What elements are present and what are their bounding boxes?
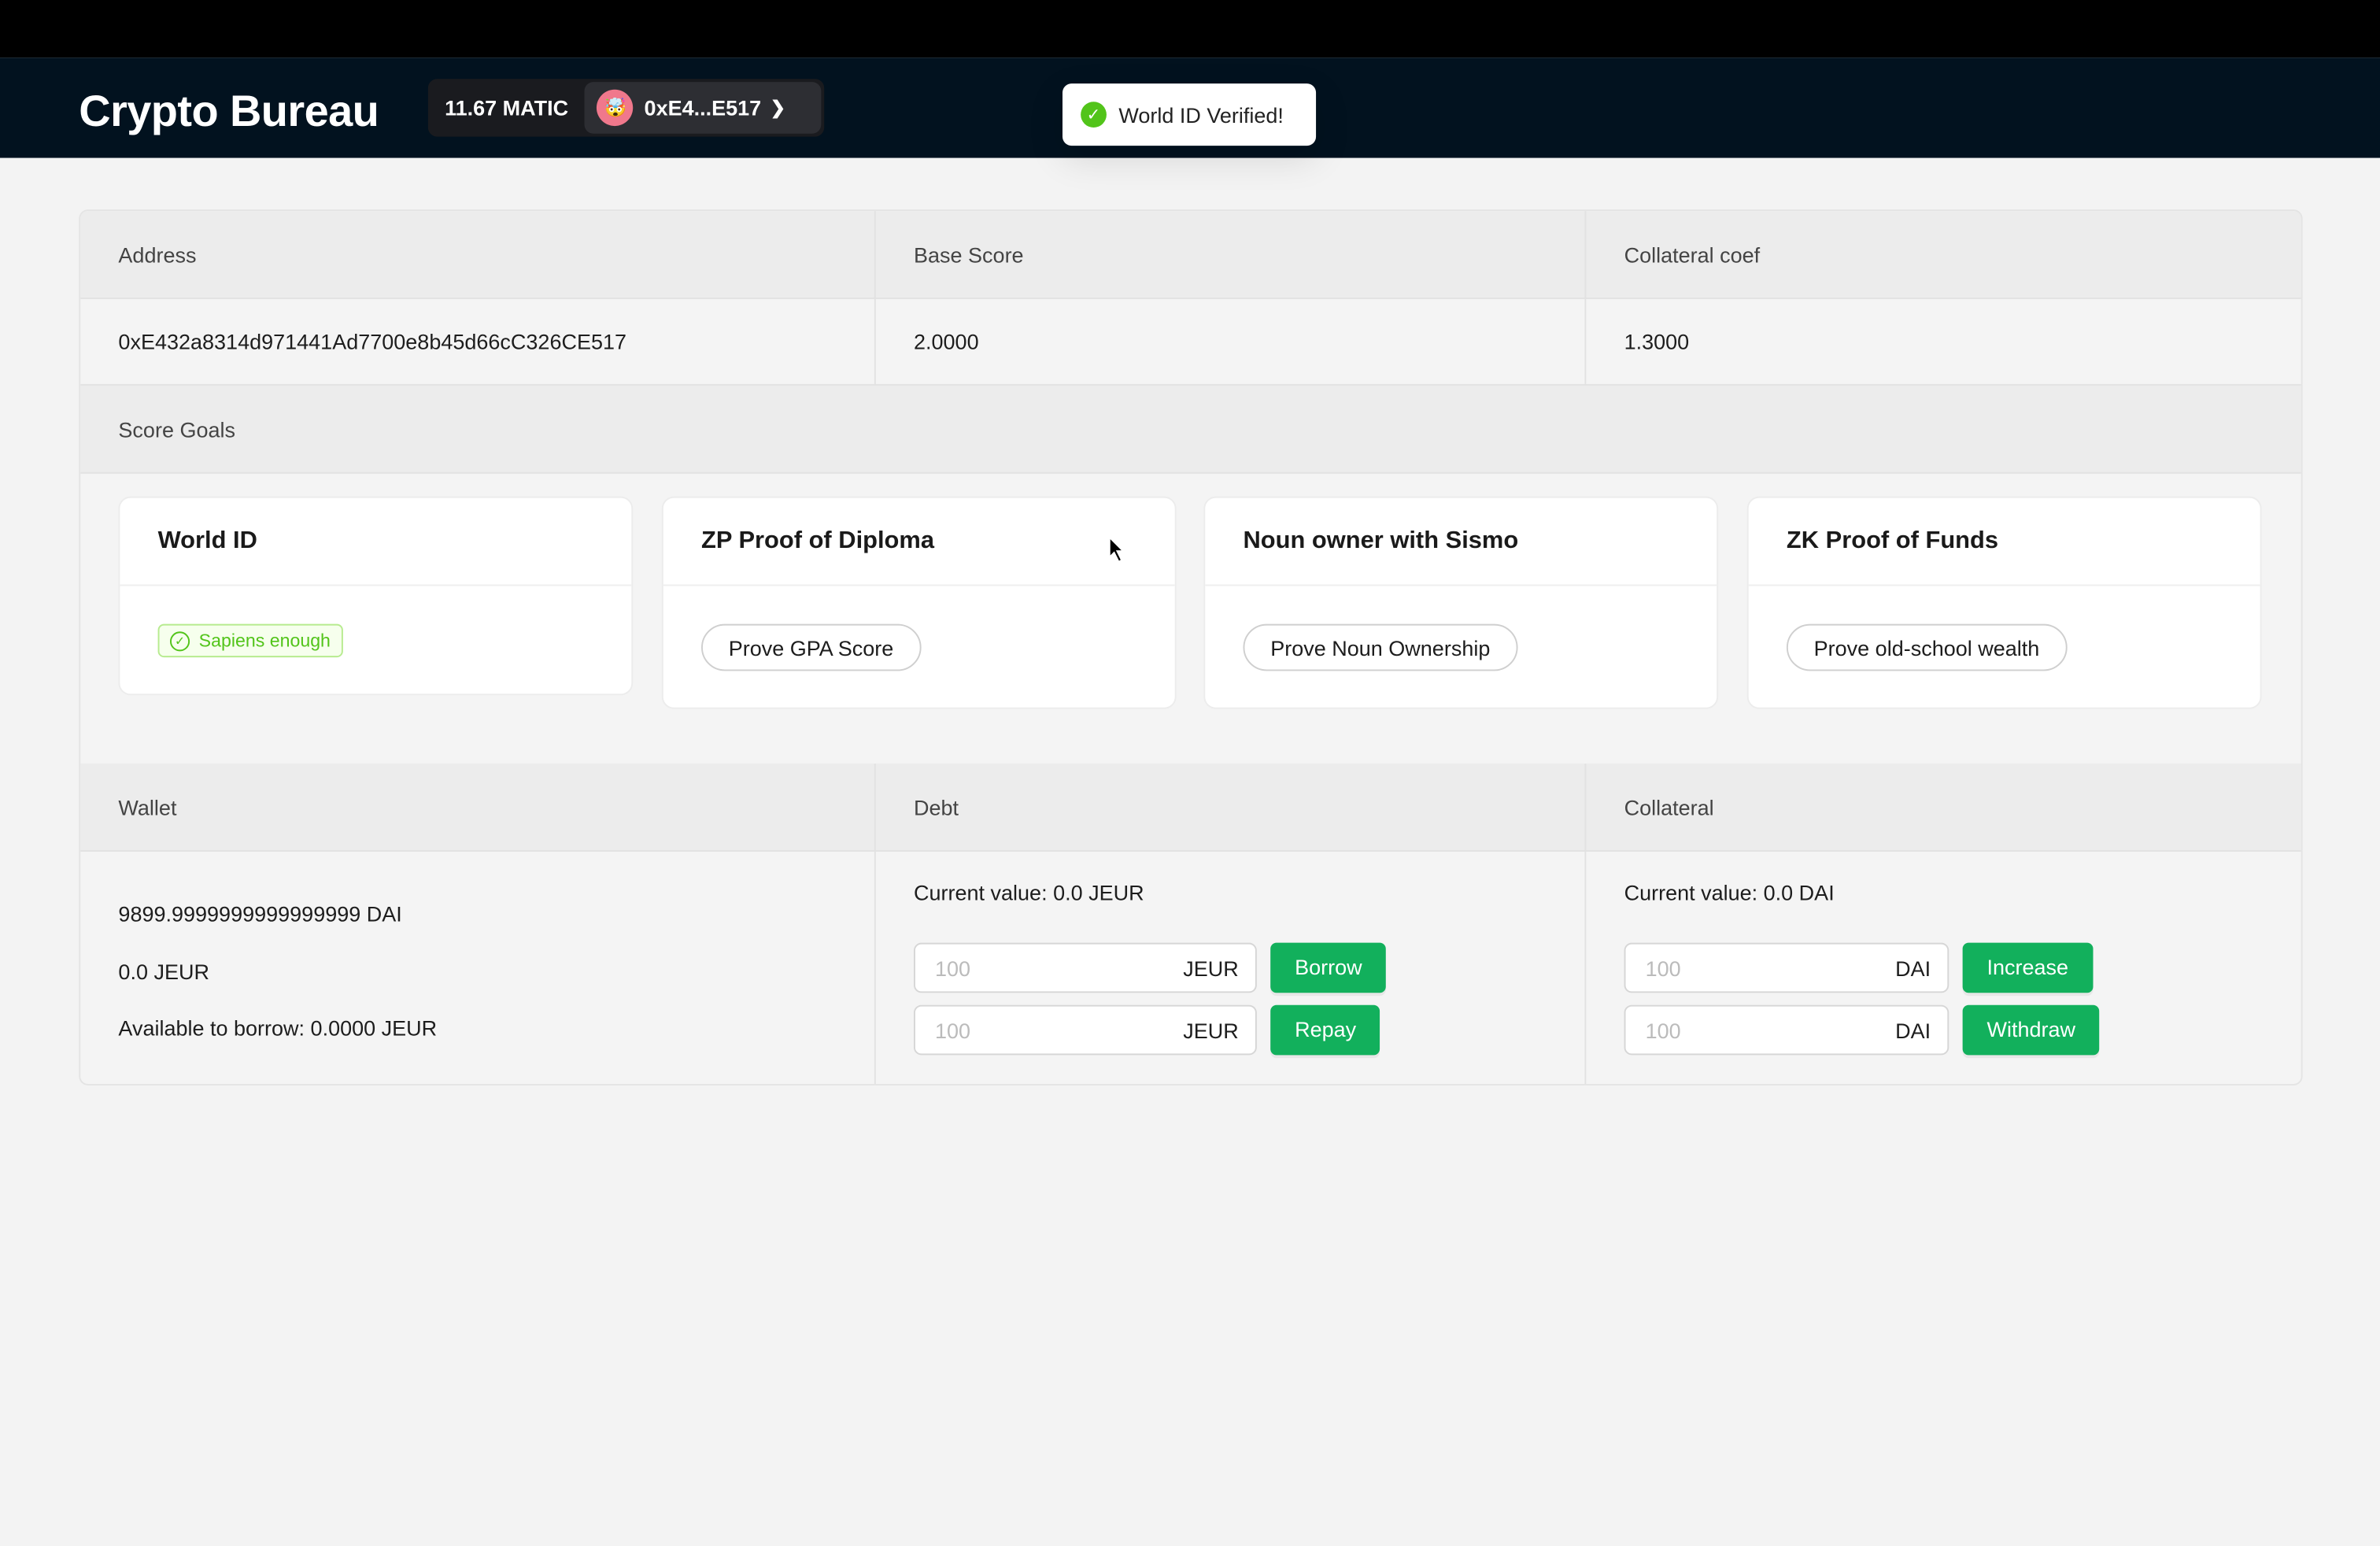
badge-label: Sapiens enough	[198, 630, 331, 652]
info-header-row: Address Base Score Collateral coef	[80, 211, 2301, 299]
unit-label: JEUR	[1183, 956, 1239, 980]
base-score-value: 2.0000	[876, 297, 1587, 384]
goal-card-funds: ZK Proof of Funds Prove old-school wealt…	[1746, 496, 2262, 709]
goal-card-world-id: World ID ✓ Sapiens enough	[118, 496, 634, 696]
repay-amount-input[interactable]: JEUR	[913, 1004, 1257, 1056]
score-goals-label: Score Goals	[118, 416, 236, 442]
repay-input[interactable]	[932, 1016, 1090, 1044]
finance-body: 9899.9999999999999999 DAI 0.0 JEUR Avail…	[80, 849, 2301, 1084]
borrow-input[interactable]	[932, 954, 1090, 982]
mouse-cursor-icon	[1108, 535, 1125, 563]
balance: 11.67 MATIC	[445, 95, 569, 120]
address-header: Address	[80, 211, 876, 298]
collateral-coef-value: 1.3000	[1624, 328, 1690, 353]
wallet-dai: 9899.9999999999999999 DAI	[118, 901, 402, 926]
finance-header-row: Wallet Debt Collateral	[80, 764, 2301, 852]
unit-label: DAI	[1895, 1018, 1931, 1042]
collateral-section: Current value: 0.0 DAI DAI Increase DAI Wi…	[1586, 850, 2301, 1084]
prove-noun-button[interactable]: Prove Noun Ownership	[1243, 623, 1518, 671]
repay-button[interactable]: Repay	[1270, 1004, 1380, 1056]
goal-title: Noun owner with Sismo	[1205, 498, 1717, 586]
collateral-coef-header: Collateral coef	[1624, 242, 1761, 267]
borrow-amount-input[interactable]: JEUR	[913, 942, 1257, 993]
withdraw-button[interactable]: Withdraw	[1962, 1004, 2100, 1056]
increase-amount-input[interactable]: DAI	[1624, 942, 1949, 993]
account-address: 0xE4...E517	[644, 95, 762, 120]
system-top-bar	[0, 0, 2380, 58]
prove-wealth-button[interactable]: Prove old-school wealth	[1786, 623, 2068, 671]
debt-section: Current value: 0.0 JEUR JEUR Borrow JEUR R…	[876, 849, 1587, 1084]
toast-notification: ✓ World ID Verified!	[1062, 83, 1317, 146]
wallet-jeur: 0.0 JEUR	[118, 958, 209, 983]
check-circle-icon: ✓	[169, 631, 190, 651]
increase-button[interactable]: Increase	[1962, 942, 2093, 993]
debt-current: Current value: 0.0 JEUR	[913, 880, 1144, 905]
check-circle-icon: ✓	[1081, 102, 1107, 128]
prove-gpa-button[interactable]: Prove GPA Score	[700, 623, 922, 671]
goal-title: ZP Proof of Diploma	[663, 498, 1175, 586]
collateral-header: Collateral	[1624, 794, 1714, 819]
chevron-down-icon: ❯	[770, 97, 786, 119]
wallet-header: Wallet	[80, 764, 876, 850]
withdraw-amount-input[interactable]: DAI	[1624, 1004, 1949, 1056]
unit-label: JEUR	[1183, 1018, 1239, 1042]
unit-label: DAI	[1895, 956, 1931, 980]
address-value: 0xE432a8314d971441Ad7700e8b45d66cC326CE5…	[80, 297, 876, 384]
wallet-connect-pill[interactable]: 11.67 MATIC 🤯 0xE4...E517 ❯	[427, 79, 825, 137]
app-header: Crypto Bureau 11.67 MATIC 🤯 0xE4...E517 …	[0, 57, 2380, 158]
wallet-section: 9899.9999999999999999 DAI 0.0 JEUR Avail…	[80, 849, 876, 1084]
collateral-current: Current value: 0.0 DAI	[1624, 880, 1835, 905]
avatar: 🤯	[597, 89, 634, 127]
toast-message: World ID Verified!	[1118, 102, 1284, 128]
debt-header: Debt	[876, 764, 1587, 850]
base-score-header: Base Score	[876, 211, 1587, 298]
increase-input[interactable]	[1642, 954, 1801, 982]
withdraw-input[interactable]	[1642, 1016, 1801, 1044]
goal-title: World ID	[120, 498, 632, 586]
available-to-borrow: Available to borrow: 0.0000 JEUR	[118, 1015, 438, 1041]
verified-badge: ✓ Sapiens enough	[157, 623, 343, 658]
credit-card-panel: Address Base Score Collateral coef 0xE43…	[79, 209, 2303, 1086]
goal-card-diploma: ZP Proof of Diploma Prove GPA Score	[661, 496, 1177, 709]
goal-title: ZK Proof of Funds	[1748, 498, 2260, 586]
score-goals: World ID ✓ Sapiens enough ZP Proof of Dip…	[80, 471, 2301, 765]
borrow-button[interactable]: Borrow	[1270, 942, 1387, 993]
goal-card-noun: Noun owner with Sismo Prove Noun Ownersh…	[1203, 496, 1719, 709]
app-title: Crypto Bureau	[79, 87, 379, 137]
account-button[interactable]: 🤯 0xE4...E517 ❯	[585, 82, 822, 134]
info-value-row: 0xE432a8314d971441Ad7700e8b45d66cC326CE5…	[80, 297, 2301, 384]
score-goals-header: Score Goals	[80, 383, 2301, 474]
